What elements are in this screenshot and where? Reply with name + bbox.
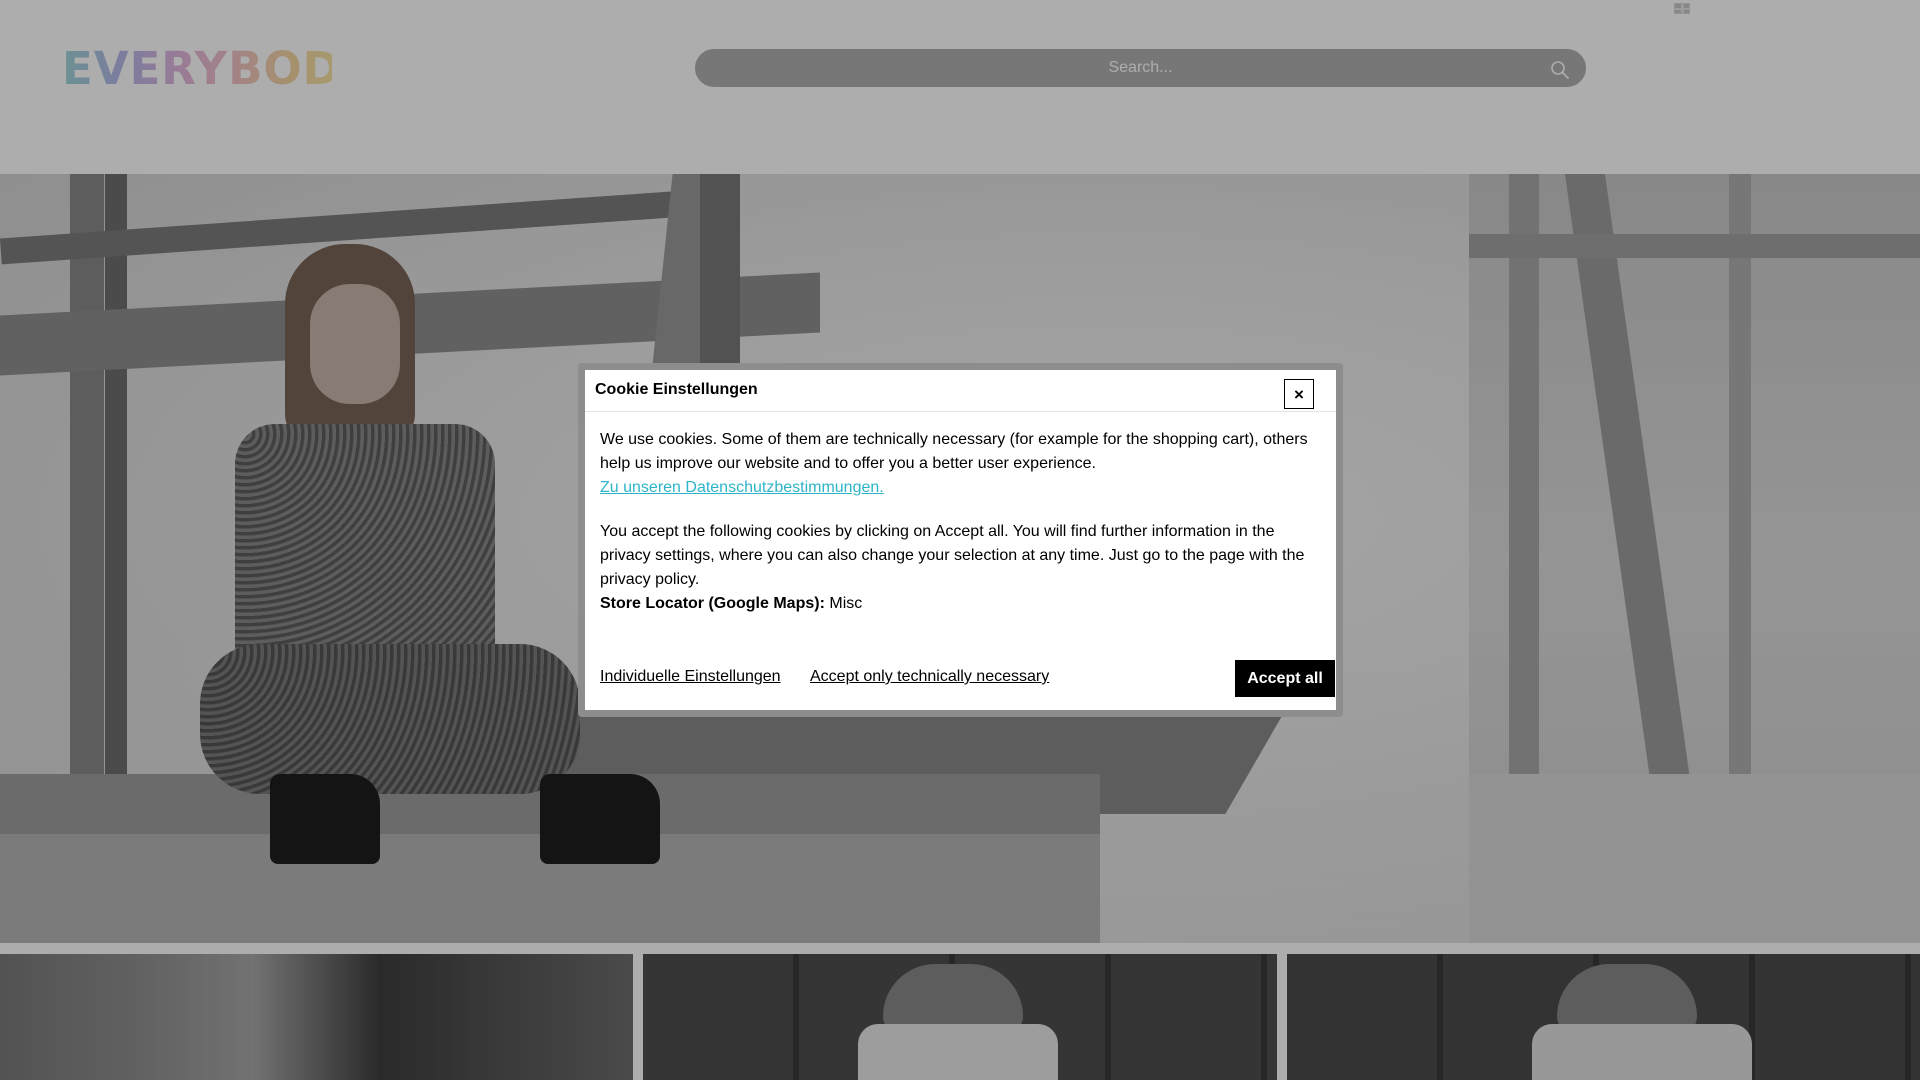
individual-settings-button[interactable]: Individuelle Einstellungen xyxy=(600,668,781,686)
cookie-intro-text: We use cookies. Some of them are technic… xyxy=(600,431,1308,472)
cookie-dialog-title: Cookie Einstellungen xyxy=(595,381,758,398)
cookie-dialog-actions: Individuelle Einstellungen Accept only t… xyxy=(600,660,1335,698)
privacy-policy-link[interactable]: Zu unseren Datenschutzbestimmungen. xyxy=(600,476,1310,500)
page: OFFICIAL EVERYBODY ONLINE SHOP SERVICE/H… xyxy=(0,0,1920,1080)
cookie-accept-text: You accept the following cookies by clic… xyxy=(600,523,1305,588)
cookie-dialog-header: Cookie Einstellungen × xyxy=(585,370,1336,412)
cookie-list-item: Store Locator (Google Maps): Misc xyxy=(600,592,1310,616)
cookie-dialog: Cookie Einstellungen × We use cookies. S… xyxy=(585,370,1336,710)
close-button[interactable]: × xyxy=(1284,379,1314,409)
cookie-category: Misc xyxy=(829,595,863,612)
cookie-name: Store Locator (Google Maps): xyxy=(600,595,825,612)
accept-necessary-button[interactable]: Accept only technically necessary xyxy=(810,668,1049,686)
cookie-dialog-body: We use cookies. Some of them are technic… xyxy=(600,428,1310,616)
accept-all-button[interactable]: Accept all xyxy=(1235,660,1335,697)
cookie-dialog-frame: Cookie Einstellungen × We use cookies. S… xyxy=(578,363,1343,717)
